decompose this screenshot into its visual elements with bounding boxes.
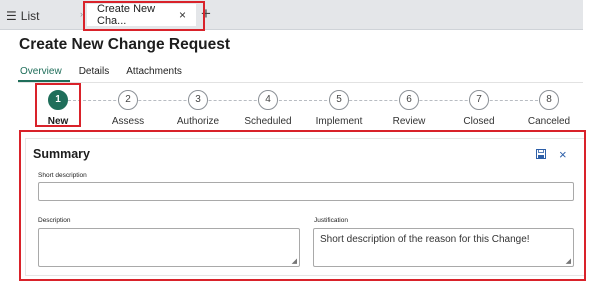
step-authorize[interactable]: 3 Authorize [163, 90, 233, 127]
step-label: Assess [111, 116, 145, 127]
tab-label: Create New Cha... [97, 3, 156, 27]
step-label: Canceled [527, 116, 571, 127]
save-icon[interactable] [536, 149, 546, 162]
tab-overview[interactable]: Overview [20, 66, 62, 77]
page-title: Create New Change Request [19, 36, 231, 53]
step-number: 3 [188, 90, 208, 110]
step-label: Authorize [176, 116, 220, 127]
resize-handle-icon[interactable]: ◢ [292, 257, 297, 265]
step-label: Review [392, 116, 426, 127]
step-label: New [47, 116, 69, 127]
short-description-input[interactable] [38, 182, 574, 201]
step-assess[interactable]: 2 Assess [93, 90, 163, 127]
step-number: 2 [118, 90, 138, 110]
tab-bar: ☰ List › Create New Cha... × + [0, 0, 583, 30]
step-number: 7 [469, 90, 489, 110]
step-review[interactable]: 6 Review [374, 90, 444, 127]
list-tab-label: List [20, 9, 40, 23]
justification-label: Justification [314, 217, 348, 224]
step-label: Scheduled [244, 116, 292, 127]
short-description-label: Short description [38, 172, 87, 179]
step-number: 8 [539, 90, 559, 110]
description-label: Description [38, 217, 71, 224]
justification-value: Short description of the reason for this… [320, 234, 530, 245]
justification-textarea[interactable]: Short description of the reason for this… [313, 228, 574, 267]
subtab-divider [18, 82, 583, 83]
step-number: 5 [329, 90, 349, 110]
step-number: 4 [258, 90, 278, 110]
close-tab-icon[interactable]: × [179, 8, 186, 22]
new-tab-plus-icon[interactable]: + [201, 4, 211, 24]
tab-attachments[interactable]: Attachments [126, 66, 182, 77]
step-label: Implement [315, 116, 363, 127]
summary-title: Summary [33, 147, 90, 161]
step-number: 1 [48, 90, 68, 110]
hamburger-icon: ☰ [6, 9, 17, 23]
step-new[interactable]: 1 New [23, 90, 93, 127]
step-label: Closed [463, 116, 495, 127]
step-scheduled[interactable]: 4 Scheduled [233, 90, 303, 127]
tab-separator-icon: › [80, 9, 83, 19]
tab-details[interactable]: Details [79, 66, 110, 77]
list-tab[interactable]: ☰ List [6, 7, 39, 25]
tab-create-new-change[interactable]: Create New Cha... × [87, 3, 196, 27]
step-implement[interactable]: 5 Implement [304, 90, 374, 127]
step-number: 6 [399, 90, 419, 110]
step-canceled[interactable]: 8 Canceled [514, 90, 584, 127]
description-textarea[interactable]: ◢ [38, 228, 300, 267]
close-icon[interactable]: × [559, 147, 567, 162]
resize-handle-icon[interactable]: ◢ [566, 257, 571, 265]
step-closed[interactable]: 7 Closed [444, 90, 514, 127]
subtab-bar: Overview Details Attachments [20, 66, 199, 77]
